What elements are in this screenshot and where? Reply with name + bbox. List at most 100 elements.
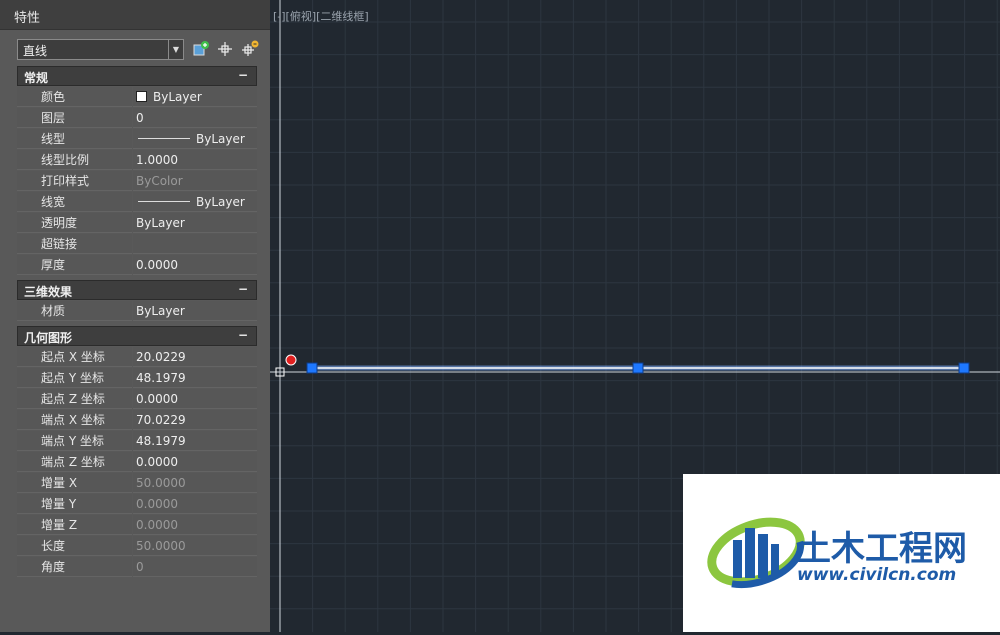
property-value-text: 0 <box>136 560 144 574</box>
property-value: 50.0000 <box>133 536 257 556</box>
viewport-controls[interactable]: [-][俯视][二维线框] <box>273 8 369 24</box>
property-label: 线型比例 <box>17 150 132 170</box>
property-row[interactable]: 线型 ByLayer <box>17 129 257 150</box>
property-label: 端点 X 坐标 <box>17 410 132 430</box>
property-row[interactable]: 增量 Y 0.0000 <box>17 494 257 515</box>
collapse-icon[interactable]: − <box>238 68 248 82</box>
property-row[interactable]: 角度 0 <box>17 557 257 578</box>
property-value[interactable] <box>133 234 257 254</box>
property-label: 材质 <box>17 301 132 321</box>
property-row[interactable]: 材质 ByLayer <box>17 301 257 322</box>
property-row[interactable]: 长度 50.0000 <box>17 536 257 557</box>
color-swatch-icon <box>136 91 147 102</box>
property-row[interactable]: 起点 Z 坐标 0.0000 <box>17 389 257 410</box>
property-value-text: 48.1979 <box>136 371 186 385</box>
property-value-text: ByColor <box>136 174 183 188</box>
property-value[interactable]: 0.0000 <box>133 452 257 472</box>
section-header[interactable]: 几何图形 − <box>17 326 257 346</box>
property-label: 增量 Z <box>17 515 132 535</box>
property-value[interactable]: ByLayer <box>133 213 257 233</box>
property-value-text: 0.0000 <box>136 392 178 406</box>
property-label: 颜色 <box>17 87 132 107</box>
grip-handle[interactable] <box>306 362 318 374</box>
grip-handle[interactable] <box>958 362 970 374</box>
property-value-text: 1.0000 <box>136 153 178 167</box>
property-value[interactable]: 0 <box>133 108 257 128</box>
object-type-value: 直线 <box>23 44 48 58</box>
property-row[interactable]: 厚度 0.0000 <box>17 255 257 276</box>
property-value: 50.0000 <box>133 473 257 493</box>
property-value-text: ByLayer <box>136 216 185 230</box>
property-label: 端点 Y 坐标 <box>17 431 132 451</box>
property-row[interactable]: 增量 Z 0.0000 <box>17 515 257 536</box>
property-value[interactable]: ByLayer <box>133 301 257 321</box>
section-title: 三维效果 <box>24 285 73 299</box>
property-row[interactable]: 起点 Y 坐标 48.1979 <box>17 368 257 389</box>
property-value[interactable]: 20.0229 <box>133 347 257 367</box>
property-row[interactable]: 线型比例 1.0000 <box>17 150 257 171</box>
quick-select-icon[interactable] <box>191 39 211 59</box>
property-value[interactable]: 1.0000 <box>133 150 257 170</box>
property-value[interactable]: 70.0229 <box>133 410 257 430</box>
panel-header[interactable]: 特性 <box>0 0 270 30</box>
property-label: 角度 <box>17 557 132 577</box>
toggle-pickadd-icon[interactable] <box>240 39 260 59</box>
section-header[interactable]: 三维效果 − <box>17 280 257 300</box>
collapse-icon[interactable]: − <box>238 328 248 342</box>
property-value[interactable]: ByLayer <box>133 192 257 212</box>
object-type-dropdown[interactable]: 直线 ▼ <box>17 39 184 60</box>
property-label: 起点 Z 坐标 <box>17 389 132 409</box>
property-value-text: 50.0000 <box>136 539 186 553</box>
property-row[interactable]: 端点 Y 坐标 48.1979 <box>17 431 257 452</box>
cursor-marker-icon <box>285 354 297 366</box>
property-value-text: 0 <box>136 111 144 125</box>
property-value[interactable]: 0.0000 <box>133 255 257 275</box>
section-title: 常规 <box>24 71 49 85</box>
property-value[interactable]: 0.0000 <box>133 389 257 409</box>
property-label: 超链接 <box>17 234 132 254</box>
property-value-text: ByLayer <box>153 90 202 104</box>
section-title: 几何图形 <box>24 331 73 345</box>
property-label: 长度 <box>17 536 132 556</box>
property-row[interactable]: 颜色 ByLayer <box>17 87 257 108</box>
properties-panel: 特性 直线 ▼ 常规 − 颜色 ByLayer 图层 0 线型 ByLayer 线型比例 1.00… <box>0 0 270 632</box>
property-value-text: 70.0229 <box>136 413 186 427</box>
property-label: 打印样式 <box>17 171 132 191</box>
watermark-logo: 土木工程网 www.civilcn.com <box>683 474 1000 632</box>
property-row[interactable]: 打印样式 ByColor <box>17 171 257 192</box>
property-row[interactable]: 增量 X 50.0000 <box>17 473 257 494</box>
property-value-text: 48.1979 <box>136 434 186 448</box>
section-header[interactable]: 常规 − <box>17 66 257 86</box>
property-row[interactable]: 超链接 <box>17 234 257 255</box>
property-label: 增量 X <box>17 473 132 493</box>
property-row[interactable]: 端点 Z 坐标 0.0000 <box>17 452 257 473</box>
watermark-url: www.civilcn.com <box>797 565 956 585</box>
property-value-text: 50.0000 <box>136 476 186 490</box>
property-label: 端点 Z 坐标 <box>17 452 132 472</box>
property-value-text: 0.0000 <box>136 497 178 511</box>
property-row[interactable]: 线宽 ByLayer <box>17 192 257 213</box>
property-row[interactable]: 透明度 ByLayer <box>17 213 257 234</box>
property-value: 0.0000 <box>133 515 257 535</box>
property-value-text: 0.0000 <box>136 518 178 532</box>
property-label: 线型 <box>17 129 132 149</box>
property-value[interactable]: 48.1979 <box>133 368 257 388</box>
property-row[interactable]: 图层 0 <box>17 108 257 129</box>
property-label: 增量 Y <box>17 494 132 514</box>
property-label: 起点 Y 坐标 <box>17 368 132 388</box>
property-row[interactable]: 起点 X 坐标 20.0229 <box>17 347 257 368</box>
property-label: 起点 X 坐标 <box>17 347 132 367</box>
chevron-down-icon[interactable]: ▼ <box>168 40 183 59</box>
property-value: 0.0000 <box>133 494 257 514</box>
property-value[interactable]: ByLayer <box>133 87 257 107</box>
linetype-preview-icon <box>138 138 190 139</box>
collapse-icon[interactable]: − <box>238 282 248 296</box>
property-value-text: 20.0229 <box>136 350 186 364</box>
property-value[interactable]: 48.1979 <box>133 431 257 451</box>
property-row[interactable]: 端点 X 坐标 70.0229 <box>17 410 257 431</box>
property-label: 厚度 <box>17 255 132 275</box>
property-value[interactable]: ByLayer <box>133 129 257 149</box>
select-objects-icon[interactable] <box>215 39 235 59</box>
grip-handle[interactable] <box>632 362 644 374</box>
property-value-text: ByLayer <box>136 304 185 318</box>
